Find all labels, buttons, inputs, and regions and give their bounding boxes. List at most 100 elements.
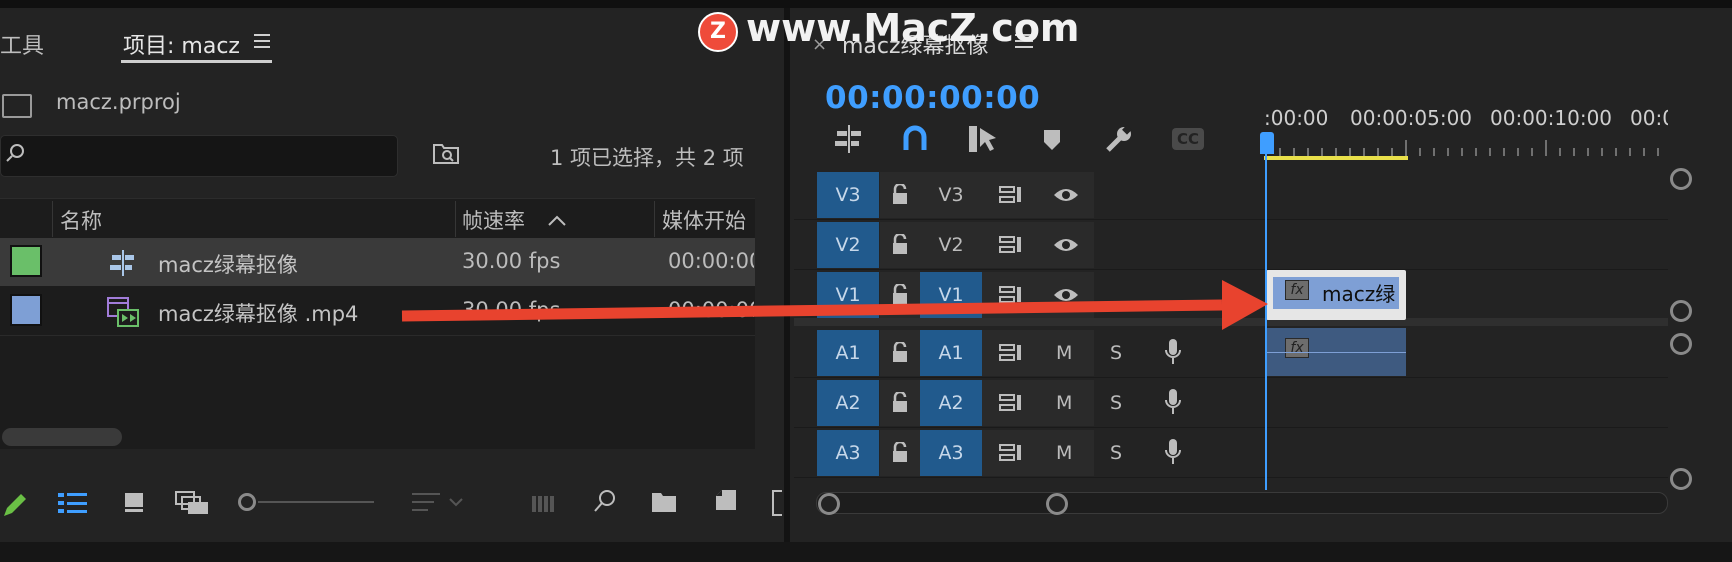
- selection-status: 1 项已选择，共 2 项: [550, 146, 744, 170]
- video-scroll-handle-bottom[interactable]: [1670, 300, 1692, 322]
- folder-up-icon[interactable]: [2, 94, 32, 118]
- item-name[interactable]: macz绿幕抠像: [158, 249, 298, 279]
- solo-button[interactable]: S: [1110, 392, 1122, 414]
- find-icon[interactable]: [592, 488, 618, 514]
- ruler-label: 00:00:05:00: [1350, 106, 1473, 130]
- source-patch[interactable]: A1: [920, 330, 982, 376]
- scroll-zoom-handle-left[interactable]: [818, 493, 840, 515]
- lock-icon[interactable]: [890, 282, 910, 310]
- search-input[interactable]: [0, 135, 398, 177]
- timeline-horizontal-scrollbar[interactable]: [816, 492, 1668, 514]
- sync-lock-icon[interactable]: [998, 184, 1024, 210]
- freeform-view-icon[interactable]: [174, 490, 212, 516]
- label-color-swatch[interactable]: [10, 245, 42, 277]
- time-ruler[interactable]: [1264, 136, 1668, 158]
- audio-scroll-handle-bottom[interactable]: [1670, 468, 1692, 490]
- lock-icon[interactable]: [890, 182, 910, 210]
- voiceover-mic-icon[interactable]: [1164, 438, 1182, 470]
- sync-lock-icon[interactable]: [998, 284, 1024, 310]
- status-bar: [0, 542, 1732, 562]
- label-color-swatch[interactable]: [10, 294, 42, 326]
- list-view-icon[interactable]: [56, 490, 90, 516]
- mute-button[interactable]: M: [1056, 392, 1072, 414]
- track-divider[interactable]: [794, 318, 1668, 326]
- tab-tools[interactable]: 工具: [0, 28, 44, 60]
- source-patch[interactable]: A3: [920, 430, 982, 476]
- ruler-label: 00:0: [1630, 106, 1668, 130]
- playhead-line[interactable]: [1265, 150, 1267, 490]
- lock-icon[interactable]: [890, 232, 910, 260]
- track-target-toggle[interactable]: V2: [817, 222, 879, 268]
- sequence-icon: [110, 250, 134, 276]
- eye-icon[interactable]: [1052, 286, 1080, 308]
- track-target-toggle[interactable]: A3: [817, 430, 879, 476]
- column-header-media-start[interactable]: 媒体开始: [662, 205, 746, 235]
- column-header-name[interactable]: 名称: [60, 205, 102, 235]
- column-separator: [654, 201, 655, 237]
- voiceover-mic-icon[interactable]: [1164, 338, 1182, 370]
- lock-icon[interactable]: [890, 440, 910, 468]
- video-clip-icon: [107, 297, 139, 327]
- voiceover-mic-icon[interactable]: [1164, 388, 1182, 420]
- track-target-toggle[interactable]: A1: [817, 330, 879, 376]
- item-fps: 30.00 fps: [462, 298, 561, 322]
- lock-icon[interactable]: [890, 340, 910, 368]
- sync-lock-icon[interactable]: [998, 442, 1024, 468]
- lock-icon[interactable]: [890, 390, 910, 418]
- sort-ascending-icon[interactable]: [546, 212, 568, 228]
- insert-sequence-as-nest-icon[interactable]: [834, 124, 864, 154]
- wrench-icon[interactable]: [1104, 124, 1134, 154]
- mute-button[interactable]: M: [1056, 442, 1072, 464]
- work-area-bar[interactable]: [1264, 156, 1408, 160]
- video-scroll-handle-top[interactable]: [1670, 168, 1692, 190]
- horizontal-scrollbar[interactable]: [2, 428, 122, 446]
- watermark-logo: Z: [698, 12, 738, 52]
- icon-view-icon[interactable]: [122, 490, 146, 514]
- source-patch[interactable]: V2: [920, 222, 982, 268]
- column-header-fps[interactable]: 帧速率: [462, 205, 525, 235]
- item-name[interactable]: macz绿幕抠像 .mp4: [158, 298, 358, 328]
- sort-icons-icon[interactable]: [410, 490, 470, 514]
- track-target-toggle[interactable]: V3: [817, 172, 879, 218]
- new-bin-icon[interactable]: [650, 490, 678, 514]
- track-target-toggle[interactable]: A2: [817, 380, 879, 426]
- automate-to-sequence-icon[interactable]: [530, 492, 560, 514]
- solo-button[interactable]: S: [1110, 442, 1122, 464]
- solo-button[interactable]: S: [1110, 342, 1122, 364]
- playhead-handle[interactable]: [1260, 132, 1274, 154]
- sync-lock-icon[interactable]: [998, 392, 1024, 418]
- project-file-name: macz.prproj: [56, 90, 181, 114]
- source-patch[interactable]: A2: [920, 380, 982, 426]
- track-target-toggle[interactable]: V1: [817, 272, 879, 318]
- item-fps: 30.00 fps: [462, 249, 561, 273]
- scroll-zoom-handle-right[interactable]: [1046, 493, 1068, 515]
- fx-badge: fx: [1285, 280, 1309, 300]
- zoom-slider-track[interactable]: [258, 501, 374, 503]
- panel-menu-icon[interactable]: [254, 34, 270, 48]
- linked-selection-icon[interactable]: [968, 124, 1000, 154]
- clear-icon[interactable]: [772, 490, 782, 516]
- tab-project[interactable]: 项目: macz: [123, 28, 240, 60]
- source-patch[interactable]: V1: [920, 272, 982, 318]
- snap-magnet-icon[interactable]: [902, 124, 928, 152]
- sync-lock-icon[interactable]: [998, 342, 1024, 368]
- eye-icon[interactable]: [1052, 236, 1080, 258]
- list-header: [0, 198, 755, 238]
- source-patch[interactable]: V3: [920, 172, 982, 218]
- pencil-icon[interactable]: [0, 490, 30, 520]
- new-search-bin-icon[interactable]: [432, 141, 460, 165]
- ruler-label: 00:00:10:00: [1490, 106, 1613, 130]
- audio-scroll-handle-top[interactable]: [1670, 333, 1692, 355]
- captions-icon[interactable]: CC: [1172, 128, 1204, 150]
- audio-waveform-line: [1266, 352, 1406, 353]
- item-media-start: 00:00:00:: [668, 298, 754, 322]
- add-marker-icon[interactable]: [1042, 128, 1062, 152]
- mute-button[interactable]: M: [1056, 342, 1072, 364]
- playhead-timecode[interactable]: 00:00:00:00: [825, 80, 1040, 116]
- sync-lock-icon[interactable]: [998, 234, 1024, 260]
- ruler-label: :00:00: [1264, 106, 1329, 130]
- active-tab-indicator: [121, 60, 272, 63]
- new-item-icon[interactable]: [714, 488, 738, 514]
- eye-icon[interactable]: [1052, 186, 1080, 208]
- zoom-slider-handle[interactable]: [238, 493, 256, 511]
